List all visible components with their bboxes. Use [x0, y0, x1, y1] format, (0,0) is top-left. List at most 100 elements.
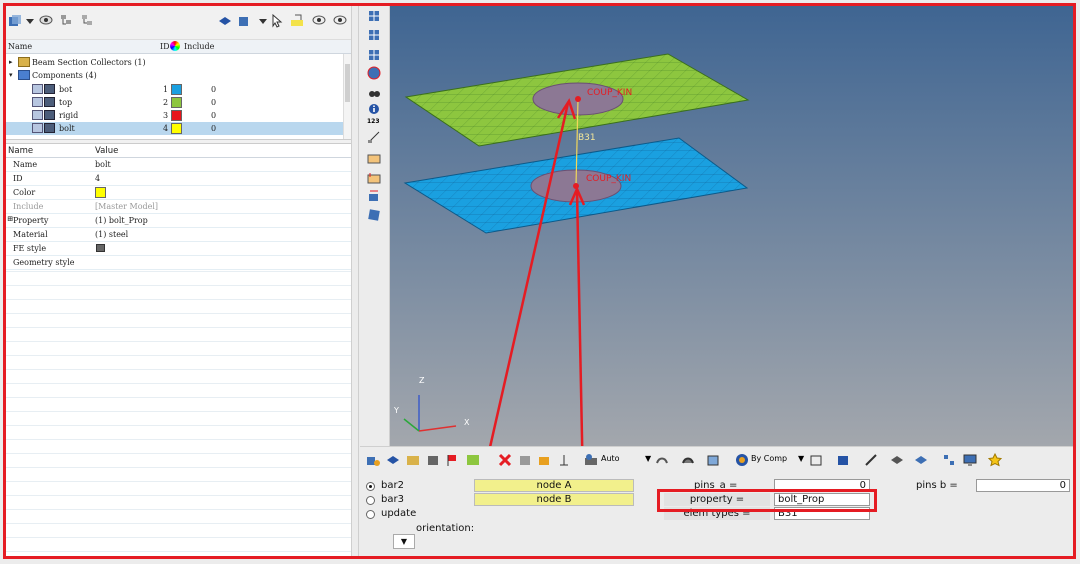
node-b-selector[interactable]: node B [474, 493, 634, 506]
scrollbar-thumb[interactable] [345, 64, 350, 102]
radio-update-label[interactable]: update [381, 508, 416, 519]
highlight-icon[interactable] [290, 14, 304, 28]
tree-item-component-rigid[interactable]: rigid 3 0 [6, 109, 343, 122]
model-graphics[interactable] [390, 6, 1074, 446]
flag-icon[interactable] [446, 453, 460, 467]
entity-row-material[interactable]: Material (1) steel [6, 228, 351, 242]
line-icon[interactable] [864, 453, 878, 467]
entity-row-id[interactable]: ID 4 [6, 172, 351, 186]
cursor-icon[interactable] [270, 14, 284, 28]
entity-field-value[interactable]: (1) bolt_Prop [95, 216, 148, 225]
tree-view-icon[interactable] [59, 14, 73, 28]
view-icon[interactable] [367, 48, 381, 62]
entity-row-fe-style[interactable]: FE style [6, 242, 351, 256]
radio-bar2-label[interactable]: bar2 [381, 480, 404, 491]
chevron-down-icon[interactable]: ▼ [798, 454, 804, 463]
tree-item-components[interactable]: ▾ Components (4) [6, 69, 343, 82]
view-icon[interactable] [367, 66, 381, 80]
delete-icon[interactable] [498, 453, 512, 467]
node-a-selector[interactable]: node A [474, 479, 634, 492]
entity-row-name[interactable]: Name bolt [6, 158, 351, 172]
visibility-icon[interactable] [32, 123, 43, 133]
tree-scrollbar[interactable] [343, 54, 351, 139]
color-swatch-top[interactable] [171, 97, 182, 108]
star-icon[interactable] [988, 453, 1002, 467]
fe-display-icon[interactable] [942, 453, 956, 467]
color-swatch-bot[interactable] [171, 84, 182, 95]
visualization-icon[interactable] [655, 453, 669, 467]
spotlight-icon[interactable] [367, 86, 381, 100]
orientation-dropdown[interactable]: ▼ [393, 534, 415, 549]
tree-item-component-bolt[interactable]: bolt 4 0 [6, 122, 343, 135]
tree-item-beam-section-collectors[interactable]: ▸ Beam Section Collectors (1) [6, 56, 343, 69]
numbering-label[interactable]: 123 [367, 118, 380, 125]
collector-icon[interactable] [426, 453, 440, 467]
entity-row-geometry-style[interactable]: Geometry style [6, 256, 351, 270]
pins-b-input[interactable]: 0 [976, 479, 1070, 492]
radio-bar3-label[interactable]: bar3 [381, 494, 404, 505]
monitor-icon[interactable] [963, 453, 977, 467]
graphics-viewport[interactable]: COUP_KIN COUP_KIN B31 Z Y X [390, 6, 1074, 446]
numbers-icon[interactable] [557, 453, 571, 467]
display-mode-select[interactable]: Auto [601, 454, 620, 463]
element-display-icon[interactable] [914, 453, 928, 467]
expand-arrow-icon[interactable]: ▸ [9, 58, 13, 66]
radio-bar3[interactable] [366, 496, 375, 505]
component-icon[interactable] [386, 453, 400, 467]
chevron-down-icon[interactable]: ▼ [645, 454, 651, 463]
solid-icon[interactable] [836, 453, 850, 467]
surface-display-icon[interactable] [890, 453, 904, 467]
node-a-marker[interactable] [575, 96, 581, 102]
show-all-icon[interactable] [312, 14, 326, 28]
reverse-display-icon[interactable] [333, 14, 347, 28]
color-value-swatch[interactable] [95, 187, 106, 198]
organize-icon[interactable] [406, 453, 420, 467]
entity-field-value[interactable]: (1) steel [95, 230, 128, 239]
clipping-icon[interactable] [367, 189, 381, 203]
isolate-icon[interactable] [237, 14, 251, 28]
radio-update[interactable] [366, 510, 375, 519]
find-icon[interactable] [538, 453, 552, 467]
panel-splitter[interactable] [351, 6, 359, 556]
dropdown-icon[interactable] [23, 14, 37, 28]
split-view-icon[interactable] [466, 453, 480, 467]
flat-view-icon[interactable] [80, 14, 94, 28]
info-icon[interactable] [367, 102, 381, 116]
entity-row-property[interactable]: ⊞ Property (1) bolt_Prop [6, 214, 351, 228]
collapse-arrow-icon[interactable]: ▾ [9, 71, 13, 79]
column-include[interactable]: Include [184, 42, 214, 51]
surface-icon[interactable] [681, 453, 695, 467]
model-icon[interactable] [366, 453, 380, 467]
entity-field-value[interactable]: bolt [95, 160, 111, 169]
color-swatch-rigid[interactable] [171, 110, 182, 121]
visibility-icon[interactable] [32, 110, 43, 120]
browser-view-icon[interactable] [8, 14, 22, 28]
box-icon[interactable] [706, 453, 720, 467]
tree-item-component-bot[interactable]: bot 1 0 [6, 83, 343, 96]
mask-icon[interactable] [518, 453, 532, 467]
visibility-icon[interactable] [32, 97, 43, 107]
section-cut-icon[interactable] [367, 208, 381, 222]
radio-bar2[interactable] [366, 482, 375, 491]
annotation-abc-icon[interactable] [367, 171, 381, 185]
wireframe-icon[interactable] [809, 453, 823, 467]
entity-field-value[interactable]: 4 [95, 174, 100, 183]
expand-plus-icon[interactable]: ⊞ [7, 215, 13, 223]
show-icon[interactable] [39, 14, 53, 28]
color-by-icon[interactable] [735, 453, 749, 467]
annotation-abc-icon[interactable] [367, 151, 381, 165]
shading-icon[interactable] [584, 453, 598, 467]
entity-row-color[interactable]: Color [6, 186, 351, 200]
view-icon[interactable] [367, 28, 381, 42]
measure-icon[interactable] [367, 130, 381, 144]
tree-item-component-top[interactable]: top 2 0 [6, 96, 343, 109]
color-mode-select[interactable]: By Comp [751, 454, 787, 463]
fe-style-icon[interactable] [96, 244, 105, 252]
color-swatch-bolt[interactable] [171, 123, 182, 134]
dropdown-icon[interactable] [256, 14, 270, 28]
visibility-icon[interactable] [32, 84, 43, 94]
column-id[interactable]: ID [160, 42, 170, 51]
column-name[interactable]: Name [8, 42, 32, 51]
node-b-marker[interactable] [573, 183, 579, 189]
view-icon[interactable] [367, 9, 381, 23]
